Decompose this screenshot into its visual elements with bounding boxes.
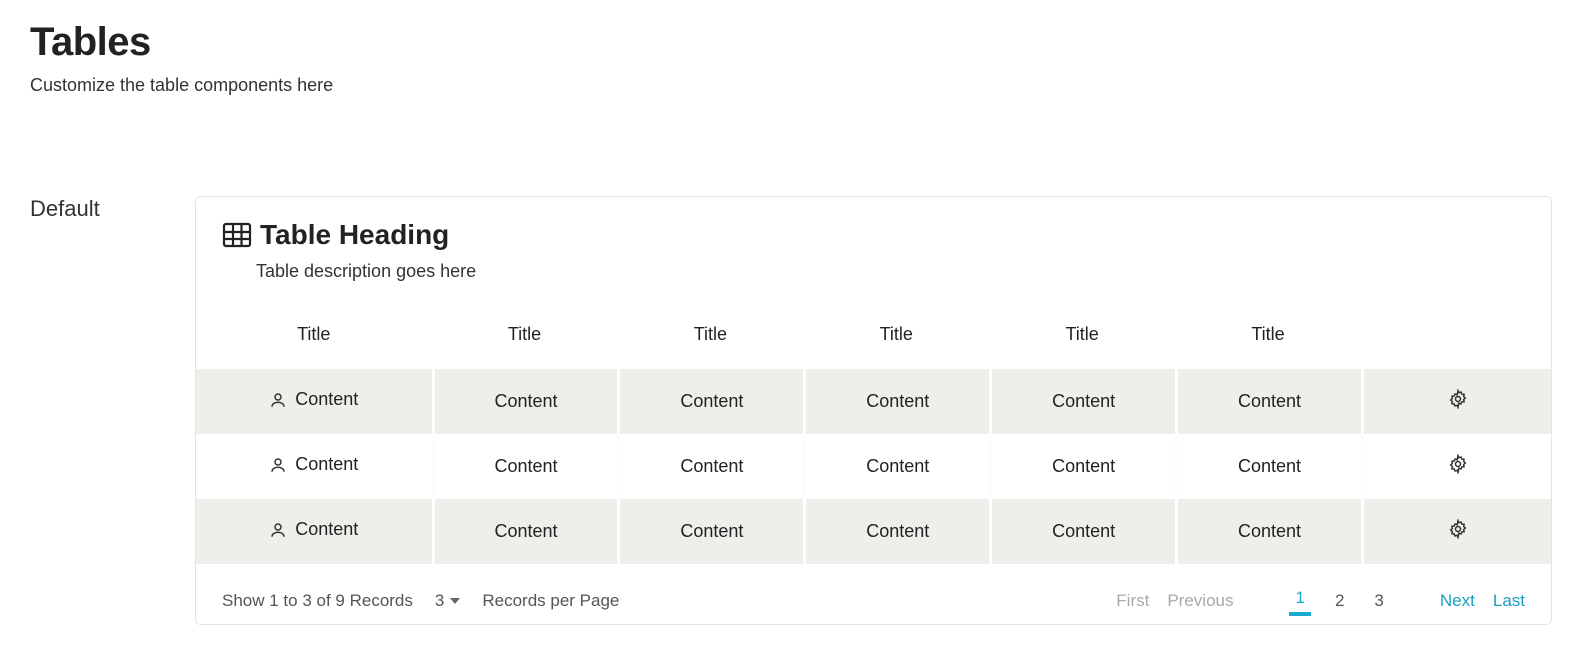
pagination-previous[interactable]: Previous (1167, 591, 1233, 611)
cell-value: Content (803, 434, 989, 499)
cell-value: Content (1175, 434, 1361, 499)
pagination-page-3[interactable]: 3 (1368, 589, 1389, 613)
cell-value: Content (432, 499, 618, 564)
pagination-next[interactable]: Next (1440, 591, 1475, 611)
cell-value: Content (989, 434, 1175, 499)
cell-value: Content (803, 499, 989, 564)
table-footer: Show 1 to 3 of 9 Records 3 Records per P… (196, 564, 1551, 624)
pagination-last[interactable]: Last (1493, 591, 1525, 611)
user-icon (269, 456, 287, 474)
cell-value: Content (617, 369, 803, 434)
column-header-actions (1361, 300, 1551, 369)
table-icon (222, 222, 252, 248)
cell-value: Content (295, 389, 358, 410)
records-summary: Show 1 to 3 of 9 Records (222, 591, 413, 611)
table-row: Content Content Content Content Content … (196, 434, 1551, 499)
data-table: Title Title Title Title Title Title (196, 300, 1551, 564)
user-icon (269, 521, 287, 539)
table-row: Content Content Content Content Content … (196, 499, 1551, 564)
pagination-page-1[interactable]: 1 (1289, 586, 1310, 616)
cell-value: Content (432, 369, 618, 434)
column-header[interactable]: Title (617, 300, 803, 369)
pagination-first[interactable]: First (1116, 591, 1149, 611)
column-header[interactable]: Title (803, 300, 989, 369)
pagination-page-2[interactable]: 2 (1329, 589, 1350, 613)
section-label: Default (30, 196, 155, 222)
cell-value: Content (295, 519, 358, 540)
cell-value: Content (989, 499, 1175, 564)
cell-value: Content (617, 499, 803, 564)
per-page-value: 3 (435, 591, 444, 611)
caret-down-icon (450, 598, 460, 604)
cell-value: Content (617, 434, 803, 499)
column-header[interactable]: Title (196, 300, 432, 369)
table-card: Table Heading Table description goes her… (195, 196, 1552, 625)
column-header[interactable]: Title (432, 300, 618, 369)
gear-icon[interactable] (1448, 454, 1468, 474)
cell-value: Content (1175, 369, 1361, 434)
cell-value: Content (989, 369, 1175, 434)
cell-value: Content (1175, 499, 1361, 564)
per-page-select[interactable]: 3 (435, 591, 460, 611)
column-header[interactable]: Title (1175, 300, 1361, 369)
user-icon (269, 391, 287, 409)
card-title: Table Heading (260, 219, 449, 251)
column-header[interactable]: Title (989, 300, 1175, 369)
table-row: Content Content Content Content Content … (196, 369, 1551, 434)
cell-value: Content (803, 369, 989, 434)
gear-icon[interactable] (1448, 389, 1468, 409)
gear-icon[interactable] (1448, 519, 1468, 539)
page-title: Tables (30, 20, 1552, 65)
per-page-label: Records per Page (482, 591, 619, 611)
cell-value: Content (432, 434, 618, 499)
card-description: Table description goes here (256, 261, 1525, 282)
page-subtitle: Customize the table components here (30, 75, 1552, 96)
cell-value: Content (295, 454, 358, 475)
